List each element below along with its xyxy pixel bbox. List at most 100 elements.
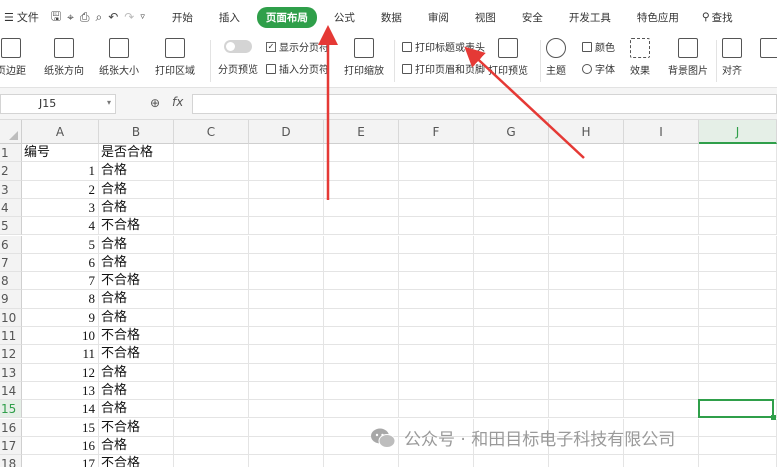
- cell-d12[interactable]: [249, 345, 324, 364]
- cell-j4[interactable]: [699, 198, 777, 218]
- cell-g1[interactable]: [474, 144, 549, 163]
- row-header[interactable]: 16: [0, 418, 22, 437]
- redo-icon[interactable]: ↷: [124, 10, 134, 24]
- cell-c13[interactable]: [174, 363, 249, 382]
- print-area-button[interactable]: 打印区域: [155, 38, 195, 77]
- align-button[interactable]: 对齐: [722, 38, 742, 77]
- insert-page-break-button[interactable]: 插入分页符: [266, 61, 329, 76]
- cell-d13[interactable]: [249, 363, 324, 382]
- cell-e12[interactable]: [324, 345, 399, 364]
- cell-a3[interactable]: 2: [22, 180, 99, 199]
- cell-g2[interactable]: [474, 162, 549, 181]
- cell-g6[interactable]: [474, 235, 549, 254]
- show-page-breaks-checkbox[interactable]: ✓ 显示分页符: [266, 39, 329, 54]
- orientation-button[interactable]: 纸张方向: [44, 38, 84, 77]
- column-header-e[interactable]: E: [324, 120, 399, 144]
- cell-h7[interactable]: [549, 253, 624, 273]
- cell-d3[interactable]: [249, 180, 324, 199]
- cell-e2[interactable]: [324, 162, 399, 181]
- cell-i7[interactable]: [624, 253, 699, 273]
- cell-c16[interactable]: [174, 418, 249, 437]
- cell-b3[interactable]: 合格: [99, 180, 174, 199]
- cell-g12[interactable]: [474, 345, 549, 364]
- page-break-preview-button[interactable]: 分页预览: [218, 40, 258, 76]
- cell-d8[interactable]: [249, 272, 324, 291]
- cell-b12[interactable]: 不合格: [99, 345, 174, 364]
- cell-e15[interactable]: [324, 400, 399, 419]
- cell-a1[interactable]: 编号: [22, 144, 99, 163]
- fonts-button[interactable]: 字体: [582, 61, 615, 76]
- select-all-corner[interactable]: [0, 120, 22, 144]
- colors-button[interactable]: 颜色: [582, 39, 615, 54]
- cell-e4[interactable]: [324, 198, 399, 218]
- paper-size-button[interactable]: 纸张大小: [99, 38, 139, 77]
- undo-icon[interactable]: ↶: [108, 10, 118, 24]
- cell-j14[interactable]: [699, 381, 777, 401]
- save-icon[interactable]: 🖫: [51, 7, 61, 28]
- cell-c6[interactable]: [174, 235, 249, 254]
- cell-a17[interactable]: 16: [22, 436, 99, 456]
- zoom-icon[interactable]: ⊕: [150, 96, 160, 110]
- cell-e8[interactable]: [324, 272, 399, 291]
- cell-e14[interactable]: [324, 381, 399, 401]
- column-header-d[interactable]: D: [249, 120, 324, 144]
- cell-f6[interactable]: [399, 235, 474, 254]
- cell-j18[interactable]: [699, 455, 777, 467]
- row-header[interactable]: 12: [0, 345, 22, 364]
- cell-a13[interactable]: 12: [22, 363, 99, 382]
- cell-d9[interactable]: [249, 290, 324, 309]
- cell-g7[interactable]: [474, 253, 549, 273]
- cell-f1[interactable]: [399, 144, 474, 163]
- tab-2[interactable]: 页面布局: [256, 6, 317, 28]
- column-header-h[interactable]: H: [549, 120, 624, 144]
- row-header[interactable]: 8: [0, 272, 22, 291]
- row-header[interactable]: 6: [0, 235, 22, 254]
- cell-i13[interactable]: [624, 363, 699, 382]
- cell-f9[interactable]: [399, 290, 474, 309]
- cell-f11[interactable]: [399, 327, 474, 346]
- cell-e13[interactable]: [324, 363, 399, 382]
- cell-f4[interactable]: [399, 198, 474, 218]
- cell-b16[interactable]: 不合格: [99, 418, 174, 437]
- cell-f18[interactable]: [399, 455, 474, 467]
- cell-i6[interactable]: [624, 235, 699, 254]
- cell-j6[interactable]: [699, 235, 777, 254]
- name-box[interactable]: J15 ▾: [0, 94, 116, 114]
- row-header[interactable]: 4: [0, 198, 22, 218]
- column-header-c[interactable]: C: [174, 120, 249, 144]
- column-header-a[interactable]: A: [22, 120, 99, 144]
- row-header[interactable]: 5: [0, 217, 22, 236]
- format-painter-icon[interactable]: ⌖: [67, 10, 74, 25]
- cell-a12[interactable]: 11: [22, 345, 99, 364]
- row-header[interactable]: 18: [0, 455, 22, 467]
- cell-a4[interactable]: 3: [22, 198, 99, 218]
- cell-d4[interactable]: [249, 198, 324, 218]
- column-header-g[interactable]: G: [474, 120, 549, 144]
- cell-d15[interactable]: [249, 400, 324, 419]
- cell-b17[interactable]: 合格: [99, 436, 174, 456]
- cell-h4[interactable]: [549, 198, 624, 218]
- cell-a8[interactable]: 7: [22, 272, 99, 291]
- column-header-i[interactable]: I: [624, 120, 699, 144]
- cell-c1[interactable]: [174, 144, 249, 163]
- cell-c18[interactable]: [174, 455, 249, 467]
- cell-b18[interactable]: 不合格: [99, 455, 174, 467]
- cell-c7[interactable]: [174, 253, 249, 273]
- cell-e7[interactable]: [324, 253, 399, 273]
- cell-g5[interactable]: [474, 217, 549, 236]
- cell-b6[interactable]: 合格: [99, 235, 174, 254]
- cell-i4[interactable]: [624, 198, 699, 218]
- row-header[interactable]: 10: [0, 308, 22, 327]
- cell-e5[interactable]: [324, 217, 399, 236]
- cell-e1[interactable]: [324, 144, 399, 163]
- cell-a10[interactable]: 9: [22, 308, 99, 327]
- cell-g13[interactable]: [474, 363, 549, 382]
- cell-i9[interactable]: [624, 290, 699, 309]
- cell-f5[interactable]: [399, 217, 474, 236]
- cell-c14[interactable]: [174, 381, 249, 401]
- cell-a15[interactable]: 14: [22, 400, 99, 419]
- theme-button[interactable]: 主题: [546, 38, 566, 77]
- cell-b15[interactable]: 合格: [99, 400, 174, 419]
- cell-g3[interactable]: [474, 180, 549, 199]
- rotate-button[interactable]: [760, 38, 777, 62]
